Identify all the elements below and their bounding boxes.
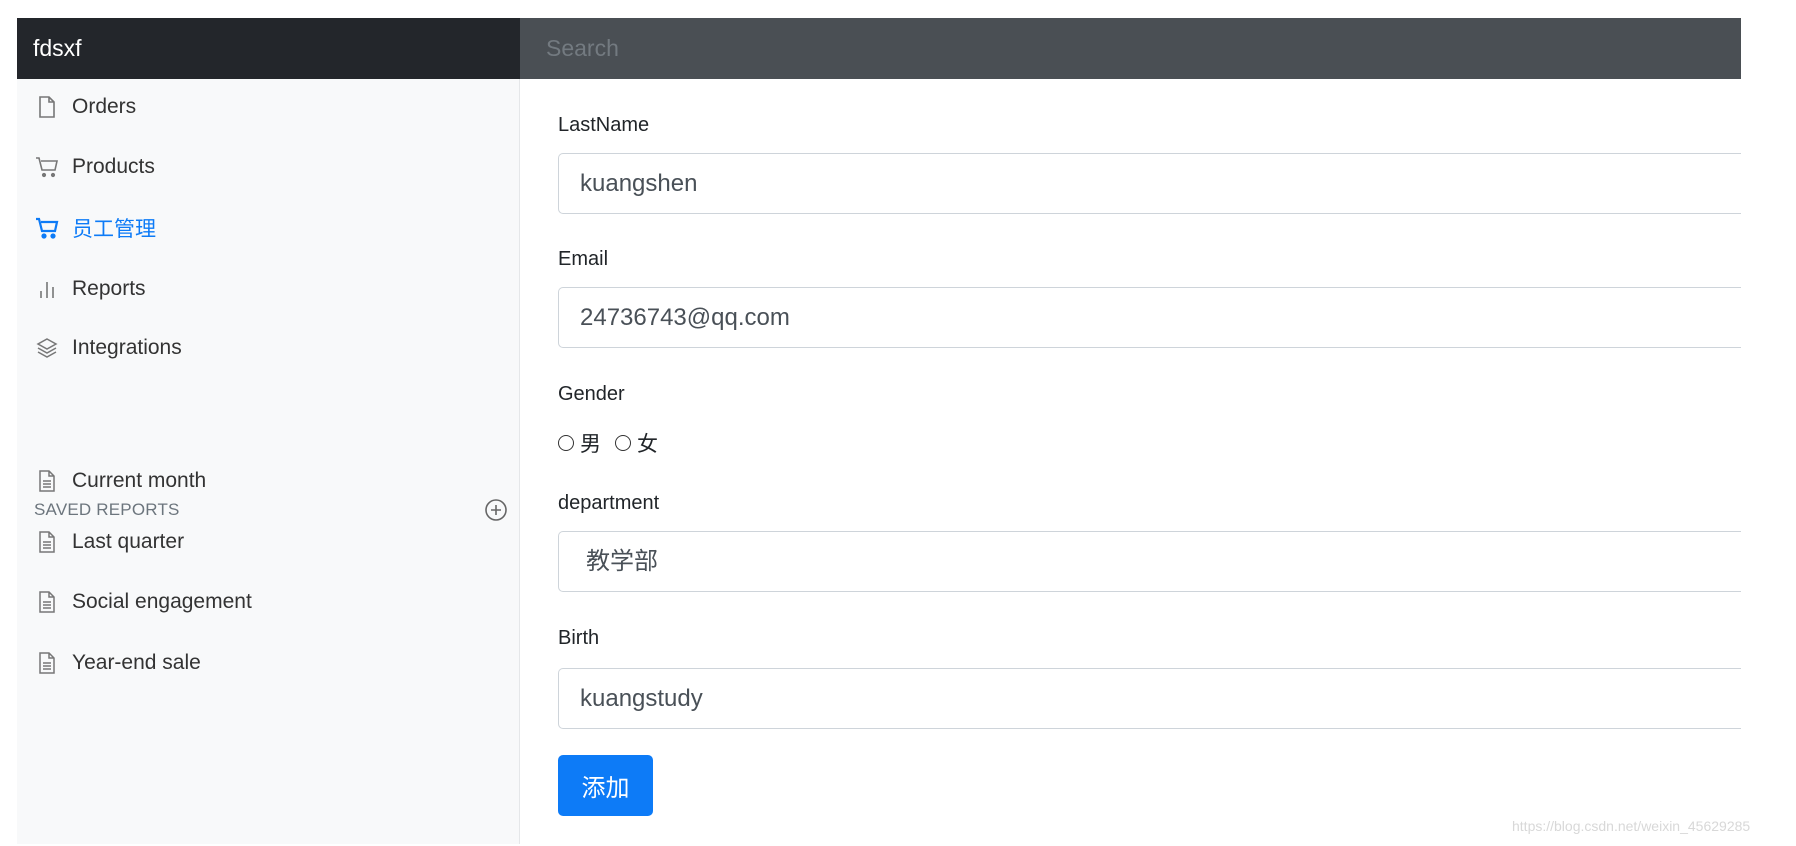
sidebar-item-label: 员工管理 xyxy=(72,218,156,241)
birth-input[interactable] xyxy=(558,668,1741,729)
watermark: https://blog.csdn.net/weixin_45629285 xyxy=(1512,818,1751,834)
file-text-icon xyxy=(35,651,59,675)
radio-button[interactable] xyxy=(615,435,631,451)
saved-report-social-engagement[interactable]: Social engagement xyxy=(17,582,252,622)
lastname-input[interactable] xyxy=(558,153,1741,214)
sidebar-item-employee-management[interactable]: 员工管理 xyxy=(17,208,156,248)
radio-label: 女 xyxy=(637,433,658,456)
saved-report-label: Last quarter xyxy=(72,530,185,553)
sidebar-item-products[interactable]: Products xyxy=(17,147,155,187)
saved-report-label: Social engagement xyxy=(72,590,252,613)
radio-label: 男 xyxy=(580,433,601,456)
gender-label: Gender xyxy=(558,383,625,405)
sidebar-item-orders[interactable]: Orders xyxy=(17,87,136,127)
cart-icon xyxy=(35,216,59,240)
gender-option-male[interactable]: 男 xyxy=(558,428,601,458)
sidebar-item-label: Reports xyxy=(72,277,146,300)
saved-reports-heading: SAVED REPORTS xyxy=(34,500,180,519)
bar-chart-icon xyxy=(35,277,59,301)
brand[interactable]: fdsxf xyxy=(17,18,520,79)
department-label: department xyxy=(558,492,660,514)
gender-radio-group: 男 女 xyxy=(558,428,672,458)
file-icon xyxy=(35,95,59,119)
saved-report-label: Year-end sale xyxy=(72,651,201,674)
sidebar-item-integrations[interactable]: Integrations xyxy=(17,328,182,368)
saved-report-label: Current month xyxy=(72,469,207,492)
saved-report-current-month[interactable]: Current month xyxy=(17,461,206,501)
email-input[interactable] xyxy=(558,287,1741,348)
lastname-label: LastName xyxy=(558,114,650,136)
gender-option-female[interactable]: 女 xyxy=(615,428,658,458)
saved-report-last-quarter[interactable]: Last quarter xyxy=(17,522,184,562)
sidebar-item-label: Integrations xyxy=(72,336,182,359)
file-text-icon xyxy=(35,469,59,493)
sidebar-item-reports[interactable]: Reports xyxy=(17,269,146,309)
cart-icon xyxy=(35,155,59,179)
add-report-icon[interactable] xyxy=(484,498,508,522)
file-text-icon xyxy=(35,590,59,614)
sidebar: Orders Products 员工管理 Reports Integration… xyxy=(17,79,520,844)
department-select[interactable]: 教学部 xyxy=(558,531,1741,592)
employee-form: LastName Email Gender 男 女 department 教学部… xyxy=(558,0,1741,846)
layers-icon xyxy=(35,336,59,360)
add-button[interactable]: 添加 xyxy=(558,755,653,816)
radio-button[interactable] xyxy=(558,435,574,451)
sidebar-item-label: Products xyxy=(72,155,155,178)
file-text-icon xyxy=(35,530,59,554)
sidebar-item-label: Orders xyxy=(72,95,137,118)
saved-report-year-end-sale[interactable]: Year-end sale xyxy=(17,643,201,683)
birth-label: Birth xyxy=(558,627,600,649)
email-label: Email xyxy=(558,248,609,270)
